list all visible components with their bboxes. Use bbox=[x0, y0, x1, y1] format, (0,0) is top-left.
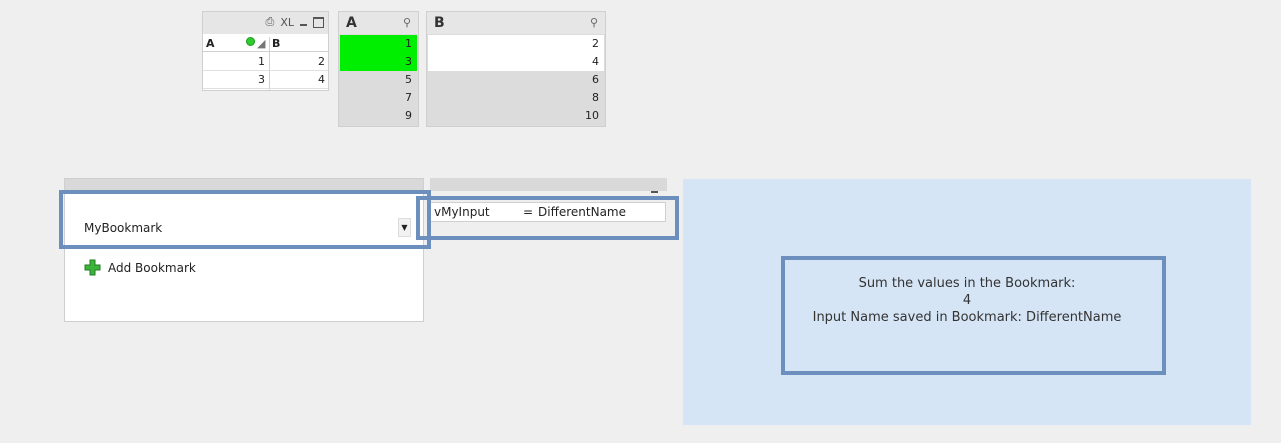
input-box-caption[interactable] bbox=[430, 178, 667, 191]
straight-table: ⎙ XL A ◢ B 1 2 3 4 bbox=[202, 11, 329, 91]
table-row[interactable]: 1 2 bbox=[203, 53, 328, 71]
highlight-frame-text bbox=[781, 256, 1166, 375]
table-cell-a: 1 bbox=[258, 55, 265, 68]
listbox-title: A bbox=[346, 15, 357, 31]
plus-icon bbox=[84, 259, 101, 276]
listbox-b-caption[interactable]: B ⚲ bbox=[427, 12, 605, 34]
listbox-a: A ⚲ 1 3 5 7 9 bbox=[338, 11, 419, 127]
listbox-a-caption[interactable]: A ⚲ bbox=[339, 12, 418, 34]
list-item[interactable]: 2 bbox=[428, 35, 604, 53]
table-cell-b: 4 bbox=[318, 73, 325, 86]
table-cell-a: 3 bbox=[258, 73, 265, 86]
list-item[interactable]: 1 bbox=[340, 35, 417, 53]
table-cell-b: 2 bbox=[318, 55, 325, 68]
column-header-b[interactable]: B bbox=[272, 37, 280, 50]
table-row[interactable]: 3 4 bbox=[203, 71, 328, 89]
list-item[interactable]: 9 bbox=[340, 107, 417, 125]
list-item[interactable]: 7 bbox=[340, 89, 417, 107]
table-caption: ⎙ XL bbox=[203, 12, 328, 34]
add-bookmark-label: Add Bookmark bbox=[108, 260, 196, 275]
maximize-icon[interactable] bbox=[313, 16, 324, 28]
highlight-frame-input bbox=[416, 196, 679, 240]
table-header: A ◢ B bbox=[203, 37, 328, 52]
minimize-icon[interactable] bbox=[651, 191, 658, 193]
highlight-frame-bookmark bbox=[59, 190, 431, 249]
listbox-title: B bbox=[434, 15, 445, 31]
selection-indicator-icon bbox=[246, 37, 255, 46]
column-header-a[interactable]: A bbox=[206, 37, 215, 50]
list-item[interactable]: 3 bbox=[340, 53, 417, 71]
list-item[interactable]: 5 bbox=[340, 71, 417, 89]
list-item[interactable]: 10 bbox=[428, 107, 604, 125]
listbox-b: B ⚲ 2 4 6 8 10 bbox=[426, 11, 606, 127]
list-item[interactable]: 4 bbox=[428, 53, 604, 71]
search-icon[interactable]: ⚲ bbox=[590, 16, 598, 29]
list-item[interactable]: 6 bbox=[428, 71, 604, 89]
search-icon[interactable]: ⚲ bbox=[403, 16, 411, 29]
print-icon[interactable]: ⎙ bbox=[266, 15, 275, 29]
minimize-icon[interactable] bbox=[300, 24, 307, 26]
add-bookmark-button[interactable]: Add Bookmark bbox=[84, 259, 196, 276]
sort-icon[interactable]: ◢ bbox=[257, 37, 265, 50]
list-item[interactable]: 8 bbox=[428, 89, 604, 107]
excel-icon[interactable]: XL bbox=[280, 16, 294, 29]
